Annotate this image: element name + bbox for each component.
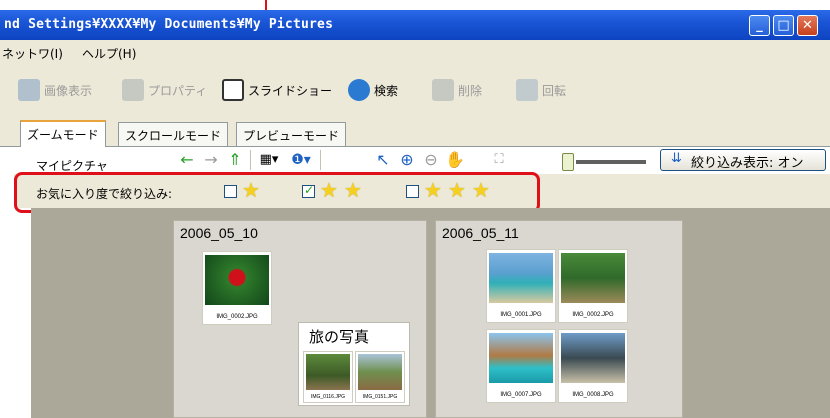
star-icon: ★ xyxy=(424,178,442,202)
filter-toggle-label: 絞り込み表示: オン xyxy=(691,156,804,171)
image-view-icon xyxy=(18,79,40,101)
maximize-button[interactable]: □ xyxy=(773,15,794,36)
image-view-label: 画像表示 xyxy=(44,83,93,98)
landscape-photo xyxy=(561,333,625,383)
bungalow-photo xyxy=(489,333,553,383)
album-photo-thumbnail[interactable]: IMG_0116.JPG xyxy=(303,351,353,403)
photo-caption: IMG_0002.JPG xyxy=(572,312,614,318)
close-icon: ✕ xyxy=(802,18,813,33)
photo-thumbnail[interactable]: IMG_0002.JPG xyxy=(202,251,272,325)
back-icon[interactable]: ← xyxy=(176,149,198,171)
up-folder-icon[interactable]: ⇑ xyxy=(224,149,246,171)
maximize-icon: □ xyxy=(777,18,790,33)
hand-icon[interactable]: ✋ xyxy=(444,149,466,171)
album-photo-thumbnail[interactable]: IMG_0151.JPG xyxy=(355,351,405,403)
flower-photo xyxy=(205,255,269,305)
tab-scroll-mode[interactable]: スクロールモード xyxy=(118,122,229,146)
delete-label: 削除 xyxy=(458,83,483,98)
garden-photo xyxy=(306,354,350,390)
palm-photo xyxy=(561,253,625,303)
image-view-button[interactable]: 画像表示 xyxy=(18,78,92,102)
photo-thumbnail[interactable]: IMG_0008.JPG xyxy=(558,329,628,403)
album-folder[interactable]: 旅の写真 IMG_0116.JPG IMG_0151.JPG xyxy=(298,322,410,406)
forward-icon[interactable]: → xyxy=(200,149,222,171)
photo-thumbnail[interactable]: IMG_0002.JPG xyxy=(558,249,628,323)
beach-photo xyxy=(489,253,553,303)
rating-filter-label: お気に入り度で絞り込み: xyxy=(36,187,173,201)
properties-label: プロパティ xyxy=(148,83,208,98)
pointer-icon[interactable]: ↖ xyxy=(372,149,394,171)
rotate-button[interactable]: 回転 xyxy=(516,78,566,102)
cart-photo xyxy=(358,354,402,390)
slideshow-button[interactable]: スライドショー xyxy=(222,78,332,102)
tab-preview-mode[interactable]: プレビューモード xyxy=(236,122,347,146)
current-folder: マイピクチャ xyxy=(36,159,108,173)
slideshow-icon xyxy=(222,79,244,101)
photo-browser-area: 2006_05_10 IMG_0002.JPG 旅の写真 IMG_0116.JP… xyxy=(31,208,830,418)
photo-caption: IMG_0151.JPG xyxy=(362,394,398,400)
zoom-in-icon[interactable]: ⊕ xyxy=(396,149,418,171)
photo-caption: IMG_0001.JPG xyxy=(500,312,542,318)
info-icon[interactable]: ❶▾ xyxy=(290,149,312,171)
mode-tabs: ズームモード スクロールモード プレビューモード xyxy=(0,114,830,147)
zoom-slider-thumb[interactable] xyxy=(562,153,574,171)
star-icon: ★ xyxy=(242,178,260,202)
photo-thumbnail[interactable]: IMG_0007.JPG xyxy=(486,329,556,403)
one-star-checkbox[interactable] xyxy=(224,185,237,198)
slideshow-label: スライドショー xyxy=(248,83,333,98)
date-group[interactable]: 2006_05_11 IMG_0001.JPG IMG_0002.JPG IMG… xyxy=(435,220,683,418)
menu-network[interactable]: ネットワ(I) xyxy=(2,45,63,62)
photo-caption: IMG_0008.JPG xyxy=(572,392,614,398)
view-toolbar: マイピクチャ ← → ⇑ ▦▾ ❶▾ ↖ ⊕ ⊖ ✋ ⛶ ⇊ 絞り込み表示: オ… xyxy=(0,146,830,176)
main-toolbar: 画像表示 プロパティ スライドショー 検索 削除 回転 xyxy=(0,64,830,114)
properties-button[interactable]: プロパティ xyxy=(122,78,207,102)
zoom-slider-track[interactable] xyxy=(576,160,646,164)
fit-icon[interactable]: ⛶ xyxy=(488,149,510,171)
separator xyxy=(250,150,251,170)
star-icon: ★ xyxy=(344,178,362,202)
tab-zoom-mode[interactable]: ズームモード xyxy=(20,120,106,147)
group-date: 2006_05_10 xyxy=(180,225,258,241)
zoom-out-icon[interactable]: ⊖ xyxy=(420,149,442,171)
title-bar: nd Settings¥XXXX¥My Documents¥My Picture… xyxy=(0,10,830,40)
search-button[interactable]: 検索 xyxy=(348,78,398,102)
group-date: 2006_05_11 xyxy=(442,225,519,241)
date-group[interactable]: 2006_05_10 IMG_0002.JPG 旅の写真 IMG_0116.JP… xyxy=(173,220,427,418)
search-icon xyxy=(348,79,370,101)
photo-caption: IMG_0116.JPG xyxy=(310,394,346,400)
menu-bar: ネットワ(I) ヘルプ(H) xyxy=(0,40,830,64)
rotate-icon xyxy=(516,79,538,101)
three-star-checkbox[interactable] xyxy=(406,185,419,198)
separator xyxy=(320,150,321,170)
filter-icon: ⇊ xyxy=(671,151,682,166)
view-options-icon[interactable]: ▦▾ xyxy=(258,149,280,171)
album-name: 旅の写真 xyxy=(309,328,370,346)
photo-thumbnail[interactable]: IMG_0001.JPG xyxy=(486,249,556,323)
properties-icon xyxy=(122,79,144,101)
photo-caption: IMG_0002.JPG xyxy=(216,314,258,320)
delete-button[interactable]: 削除 xyxy=(432,78,482,102)
two-star-checkbox[interactable] xyxy=(302,183,315,198)
window-title: nd Settings¥XXXX¥My Documents¥My Picture… xyxy=(4,17,334,32)
search-label: 検索 xyxy=(374,83,399,98)
rating-filter-bar: お気に入り度で絞り込み: ★ ★ ★ ★ ★ ★ xyxy=(14,174,830,208)
trash-icon xyxy=(432,79,454,101)
photo-caption: IMG_0007.JPG xyxy=(500,392,542,398)
minimize-icon: _ xyxy=(756,18,763,33)
menu-help[interactable]: ヘルプ(H) xyxy=(82,45,136,62)
star-icon: ★ xyxy=(320,178,338,202)
close-button[interactable]: ✕ xyxy=(797,15,818,36)
filter-toggle-button[interactable]: ⇊ 絞り込み表示: オン xyxy=(660,149,826,171)
minimize-button[interactable]: _ xyxy=(749,15,770,36)
star-icon: ★ xyxy=(472,178,490,202)
star-icon: ★ xyxy=(448,178,466,202)
rotate-label: 回転 xyxy=(542,83,567,98)
